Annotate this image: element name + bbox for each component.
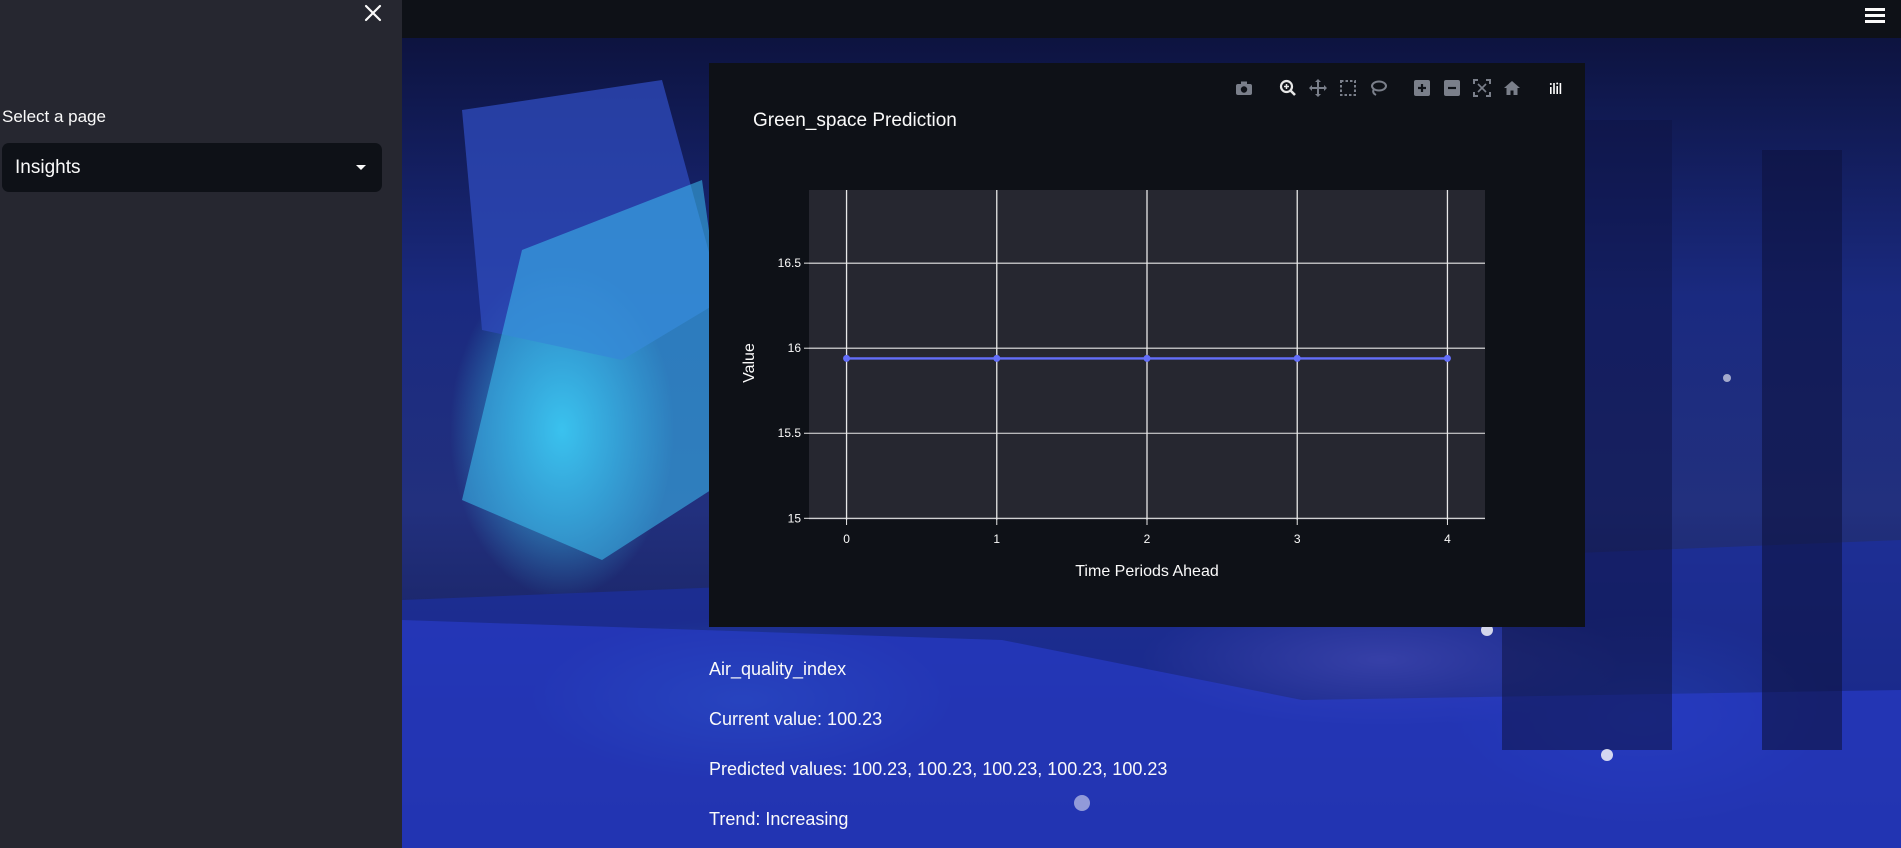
data-point[interactable] [1293, 354, 1301, 362]
main-content: Green_space Prediction 0 1 2 3 4 15 15.5 16 16.5… [402, 0, 1901, 848]
data-point[interactable] [843, 354, 851, 362]
close-icon[interactable] [360, 0, 386, 26]
predicted-values-text: Predicted values: 100.23, 100.23, 100.23… [709, 759, 1168, 779]
page-select-value: Insights [15, 156, 81, 178]
x-tick-label: 2 [1144, 532, 1151, 546]
y-axis-label: Value [741, 343, 758, 383]
x-tick-label: 4 [1444, 532, 1451, 546]
line-chart[interactable]: 0 1 2 3 4 15 15.5 16 16.5 Time Periods Ahead Val… [709, 63, 1585, 627]
data-point[interactable] [993, 354, 1001, 362]
x-tick-label: 3 [1294, 532, 1301, 546]
trend-text: Trend: Increasing [709, 809, 849, 829]
sidebar: Select a page Insights [0, 0, 402, 848]
data-point[interactable] [1443, 354, 1451, 362]
hamburger-menu-icon[interactable] [1865, 5, 1885, 25]
chart-card: Green_space Prediction 0 1 2 3 4 15 15.5 16 16.5… [709, 63, 1585, 627]
x-tick-label: 1 [993, 532, 1000, 546]
page-select-dropdown[interactable]: Insights [2, 143, 382, 192]
y-tick-label: 16.5 [778, 256, 802, 270]
y-tick-label: 15.5 [778, 426, 802, 440]
metric-name: Air_quality_index [709, 659, 847, 679]
chevron-down-icon [356, 165, 366, 170]
y-tick-label: 15 [788, 511, 802, 525]
x-axis-label: Time Periods Ahead [1075, 563, 1218, 580]
y-tick-label: 16 [788, 341, 802, 355]
current-value-text: Current value: 100.23 [709, 709, 883, 729]
top-header-bar [402, 0, 1901, 38]
data-point[interactable] [1143, 354, 1151, 362]
select-page-label: Select a page [2, 107, 106, 126]
x-tick-label: 0 [843, 532, 850, 546]
